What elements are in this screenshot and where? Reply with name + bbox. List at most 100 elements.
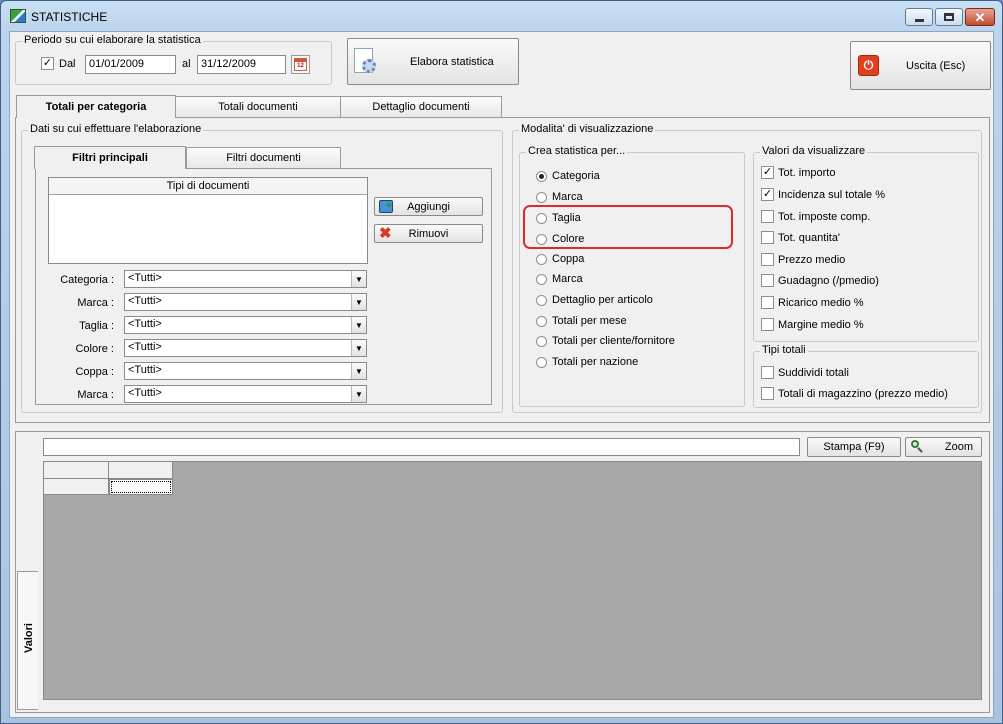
radio-coppa[interactable]	[536, 254, 547, 265]
grid-column-header	[109, 462, 173, 479]
close-window-button[interactable]: ✕	[965, 8, 995, 26]
combo-value: <Tutti>	[128, 364, 162, 376]
document-types-list[interactable]: Tipi di documenti	[48, 177, 368, 264]
checkbox-guadagno[interactable]	[761, 274, 774, 287]
tab-valori[interactable]: Valori	[17, 571, 38, 710]
from-date-input[interactable]: 01/01/2009	[85, 55, 176, 74]
tab-label: Dettaglio documenti	[372, 101, 470, 113]
combo-value: <Tutti>	[128, 295, 162, 307]
calendar-day-text: 12	[297, 63, 304, 69]
checkbox-tot-quantita[interactable]	[761, 231, 774, 244]
minimize-icon	[914, 18, 924, 22]
radio-totali-cliente[interactable]	[536, 336, 547, 347]
from-date-checkbox[interactable]: ✓	[41, 57, 54, 70]
categoria-tab-panel: Dati su cui effettuare l'elaborazione Fi…	[15, 117, 990, 423]
radio-categoria[interactable]	[536, 171, 547, 182]
chevron-down-icon: ▼	[351, 363, 366, 379]
check-icon: ✓	[762, 188, 773, 200]
filter-label-colore: Colore :	[75, 343, 114, 355]
checkbox-label: Prezzo medio	[778, 254, 846, 266]
minimize-button[interactable]	[905, 8, 933, 26]
radio-marca[interactable]	[536, 192, 547, 203]
data-group: Dati su cui effettuare l'elaborazione Fi…	[21, 123, 503, 413]
process-statistics-button[interactable]: Elabora statistica	[347, 38, 519, 85]
filter-label-coppa: Coppa :	[75, 366, 114, 378]
radio-label: Marca	[552, 273, 583, 285]
checkbox-label: Suddividi totali	[778, 367, 849, 379]
checkbox-tot-imposte[interactable]	[761, 210, 774, 223]
maximize-button[interactable]	[935, 8, 963, 26]
add-label: Aggiungi	[407, 200, 450, 213]
results-panel: Valori Stampa (F9) Zoom	[15, 431, 990, 713]
filter-combo-taglia[interactable]: <Tutti> ▼	[124, 316, 367, 334]
display-mode-group: Modalita' di visualizzazione Crea statis…	[512, 123, 982, 413]
create-by-label: Crea statistica per...	[526, 145, 628, 157]
checkbox-incidenza[interactable]: ✓	[761, 188, 774, 201]
tab-filtri-documenti[interactable]: Filtri documenti	[186, 147, 341, 168]
chevron-down-icon: ▼	[351, 386, 366, 402]
radio-label: Marca	[552, 191, 583, 203]
filter-combo-marca-2[interactable]: <Tutti> ▼	[124, 385, 367, 403]
combo-value: <Tutti>	[128, 272, 162, 284]
print-button[interactable]: Stampa (F9)	[807, 437, 901, 457]
checkbox-prezzo-medio[interactable]	[761, 253, 774, 266]
add-document-icon: +	[379, 200, 393, 213]
period-group-label: Periodo su cui elaborare la statistica	[22, 34, 203, 46]
tab-totali-documenti[interactable]: Totali documenti	[175, 96, 341, 117]
tab-label: Filtri principali	[72, 152, 148, 164]
tab-dettaglio-documenti[interactable]: Dettaglio documenti	[340, 96, 502, 117]
radio-label: Totali per cliente/fornitore	[552, 335, 675, 347]
filter-combo-coppa[interactable]: <Tutti> ▼	[124, 362, 367, 380]
filter-combo-marca[interactable]: <Tutti> ▼	[124, 293, 367, 311]
checkbox-margine-medio[interactable]	[761, 318, 774, 331]
checkbox-label: Tot. imposte comp.	[778, 211, 871, 223]
calendar-icon: 12	[294, 58, 307, 71]
checkbox-totali-magazzino[interactable]	[761, 387, 774, 400]
to-date-input[interactable]: 31/12/2009	[197, 55, 286, 74]
checkbox-suddividi-totali[interactable]	[761, 366, 774, 379]
filter-combo-colore[interactable]: <Tutti> ▼	[124, 339, 367, 357]
grid-header-corner	[44, 462, 109, 479]
combo-value: <Tutti>	[128, 387, 162, 399]
filter-label-marca: Marca :	[77, 297, 114, 309]
data-group-label: Dati su cui effettuare l'elaborazione	[28, 123, 204, 135]
to-label: al	[182, 58, 191, 70]
from-label: Dal	[59, 58, 76, 70]
window-title: STATISTICHE	[31, 10, 108, 24]
remove-button[interactable]: ✖ Rimuovi	[374, 224, 483, 243]
checkbox-label: Incidenza sul totale %	[778, 189, 886, 201]
results-grid[interactable]	[43, 461, 982, 700]
values-label: Valori da visualizzare	[760, 145, 868, 157]
radio-totali-mese[interactable]	[536, 316, 547, 327]
filter-label-marca-2: Marca :	[77, 389, 114, 401]
checkbox-label: Tot. quantita'	[778, 232, 841, 244]
document-types-header: Tipi di documenti	[49, 178, 367, 195]
grid-row-header	[44, 479, 109, 495]
tab-filtri-principali[interactable]: Filtri principali	[34, 146, 186, 169]
print-label: Stampa (F9)	[823, 441, 885, 453]
radio-totali-nazione[interactable]	[536, 357, 547, 368]
checkbox-tot-importo[interactable]: ✓	[761, 166, 774, 179]
radio-label: Categoria	[552, 170, 600, 182]
radio-marca-2[interactable]	[536, 274, 547, 285]
checkbox-label: Margine medio %	[778, 319, 864, 331]
radio-dettaglio-articolo[interactable]	[536, 295, 547, 306]
add-button[interactable]: + Aggiungi	[374, 197, 483, 216]
chevron-down-icon: ▼	[351, 271, 366, 287]
app-icon	[10, 9, 26, 23]
results-search-input[interactable]	[43, 438, 800, 456]
radio-label: Totali per mese	[552, 315, 627, 327]
total-types-label: Tipi totali	[760, 344, 808, 356]
filter-label-taglia: Taglia :	[79, 320, 114, 332]
filter-combo-categoria[interactable]: <Tutti> ▼	[124, 270, 367, 288]
radio-label: Dettaglio per articolo	[552, 294, 653, 306]
grid-cell[interactable]	[109, 479, 173, 495]
calendar-button[interactable]: 12	[291, 55, 310, 74]
exit-button[interactable]: ⏻ Uscita (Esc)	[850, 41, 991, 90]
checkbox-ricarico-medio[interactable]	[761, 296, 774, 309]
zoom-button[interactable]: Zoom	[905, 437, 982, 457]
gears-document-icon	[352, 47, 380, 77]
combo-value: <Tutti>	[128, 341, 162, 353]
checkbox-label: Guadagno (/pmedio)	[778, 275, 879, 287]
tab-totali-per-categoria[interactable]: Totali per categoria	[16, 95, 176, 118]
